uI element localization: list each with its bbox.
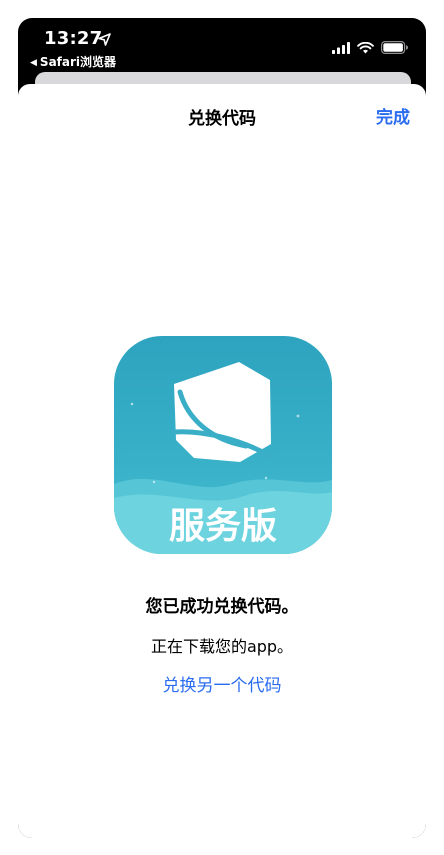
back-triangle-icon: ◀ <box>30 58 37 68</box>
status-time: 13:27 <box>44 28 103 49</box>
redeem-another-code-link-row: 兑换另一个代码 <box>18 671 426 696</box>
app-icon: 服务版 <box>114 336 332 554</box>
location-arrow-icon <box>98 31 111 50</box>
back-app-label: Safari浏览器 <box>39 55 117 69</box>
battery-icon <box>381 39 409 58</box>
wifi-icon <box>357 39 374 58</box>
back-to-app-button[interactable]: ◀ Safari浏览器 <box>30 53 116 70</box>
app-icon-label: 服务版 <box>169 506 277 547</box>
success-message: 您已成功兑换代码。 <box>145 597 299 617</box>
cellular-signal-icon <box>332 39 350 58</box>
sheet-title: 兑换代码 <box>188 109 256 129</box>
status-icons <box>332 39 409 58</box>
phone-screen: 13:27 ◀ Safari浏览器 兑换代码 完成 服务版 您已成功兑换代码。 … <box>18 18 426 838</box>
app-icon-graphic: 服务版 <box>114 336 332 554</box>
downloading-message: 正在下载您的app。 <box>150 637 294 656</box>
done-button[interactable]: 完成 <box>376 103 410 128</box>
redeem-sheet: 兑换代码 完成 服务版 您已成功兑换代码。 正在下载您的app。 兑换另一个代码 <box>18 84 426 838</box>
redeem-another-code-link[interactable]: 兑换另一个代码 <box>163 676 282 696</box>
